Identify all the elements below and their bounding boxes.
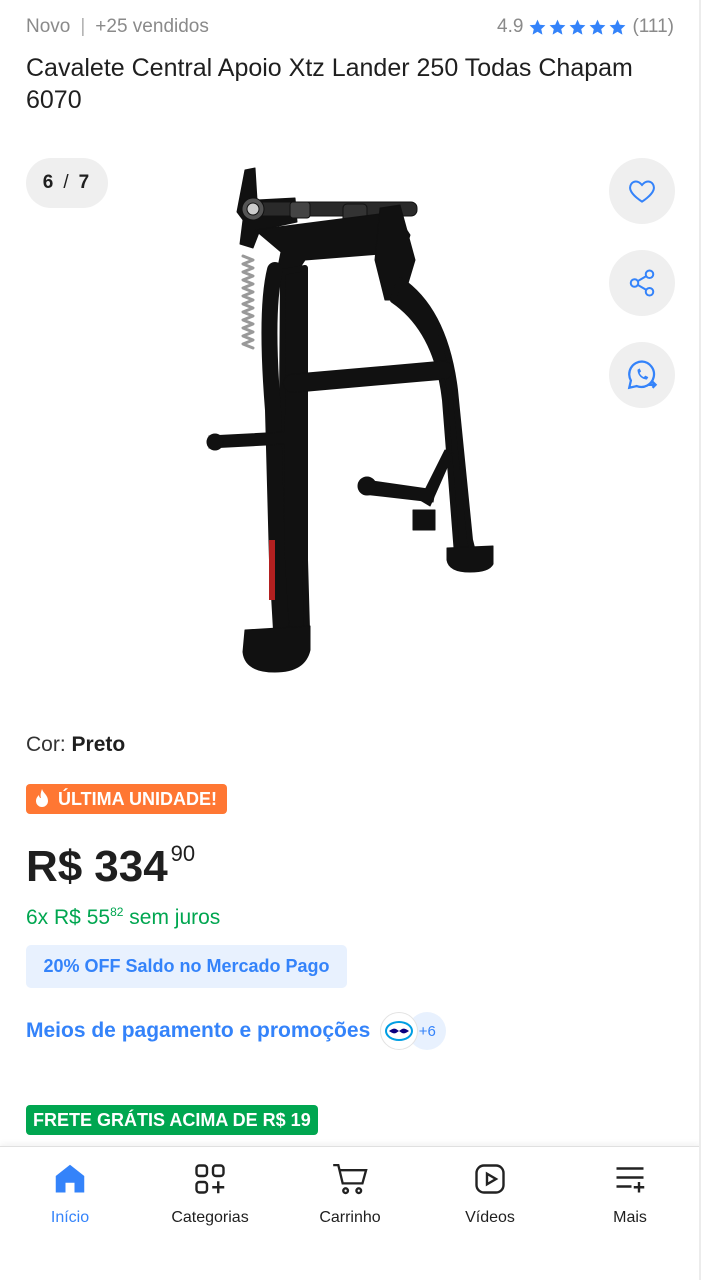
sold-count: +25 vendidos [95, 16, 209, 37]
price: R$ 334 90 [26, 838, 195, 896]
promo-text: 20% OFF Saldo no Mercado Pago [43, 956, 330, 976]
whatsapp-share-button[interactable] [609, 342, 675, 408]
installments: 6x R$ 5582 sem juros [26, 905, 220, 930]
heart-icon [629, 180, 655, 203]
rating[interactable]: 4.9 (111) [497, 16, 674, 38]
rating-count: (111) [632, 16, 674, 37]
nav-label-home: Início [50, 1209, 90, 1226]
product-meta: Novo | +25 vendidos [26, 16, 209, 38]
center-stand-illustration [206, 167, 494, 673]
rating-value: 4.9 [497, 16, 524, 37]
meta-separator: | [80, 16, 86, 37]
payment-methods[interactable]: Meios de pagamento e promoções +6 [26, 1012, 447, 1050]
bottom-navigation: Início Categorias Carrinho Vídeos Mais [0, 1146, 701, 1281]
cart-icon [333, 1163, 368, 1195]
flame-icon [36, 789, 48, 807]
star-icon [530, 19, 546, 35]
last-unit-text: ÚLTIMA UNIDADE! [58, 788, 217, 809]
gallery-separator: / [63, 172, 71, 193]
product-title: Cavalete Central Apoio Xtz Lander 250 To… [26, 54, 633, 114]
price-cents: 90 [170, 841, 196, 866]
home-icon [55, 1164, 85, 1193]
star-icon [570, 19, 586, 35]
condition-label: Novo [26, 16, 71, 37]
color-label: Cor: [26, 733, 66, 756]
gallery-counter: 6 / 7 [26, 158, 108, 208]
gallery-total: 7 [78, 172, 92, 193]
installments-suffix: sem juros [129, 906, 221, 929]
rating-stars [528, 18, 627, 37]
product-image[interactable] [195, 160, 505, 680]
star-icon [590, 19, 606, 35]
mercado-pago-logo-icon [380, 1012, 419, 1050]
star-icon [550, 19, 566, 35]
nav-item-videos[interactable]: Vídeos [430, 1161, 550, 1227]
nav-item-home[interactable]: Início [10, 1161, 130, 1227]
price-currency: R$ [26, 842, 83, 891]
nav-label-videos: Vídeos [465, 1209, 515, 1226]
categories-icon [195, 1164, 225, 1194]
share-button[interactable] [609, 250, 675, 316]
nav-label-more: Mais [613, 1209, 647, 1226]
gallery-current: 6 [42, 172, 56, 193]
video-icon [475, 1164, 505, 1194]
nav-item-cart[interactable]: Carrinho [290, 1161, 410, 1227]
share-icon [629, 269, 655, 297]
installments-prefix: 6x R$ 55 [26, 906, 111, 929]
payment-methods-link[interactable]: Meios de pagamento e promoções [26, 1019, 370, 1043]
free-shipping-text: FRETE GRÁTIS ACIMA DE R$ 19 [33, 1109, 311, 1130]
installments-cents: 82 [110, 905, 124, 919]
nav-item-more[interactable]: Mais [570, 1161, 690, 1227]
star-icon [610, 19, 626, 35]
price-integer: 334 [94, 842, 168, 891]
color-variation[interactable]: Cor: Preto [26, 733, 125, 757]
nav-label-cart: Carrinho [319, 1209, 381, 1226]
free-shipping-badge: FRETE GRÁTIS ACIMA DE R$ 19 [26, 1105, 318, 1135]
favorite-button[interactable] [609, 158, 675, 224]
whatsapp-icon [627, 360, 658, 390]
more-menu-icon [616, 1167, 645, 1193]
nav-label-categories: Categorias [171, 1209, 249, 1226]
color-value: Preto [71, 733, 126, 756]
nav-item-categories[interactable]: Categorias [150, 1161, 270, 1227]
last-unit-badge: ÚLTIMA UNIDADE! [26, 784, 227, 814]
mercado-pago-promo-badge: 20% OFF Saldo no Mercado Pago [26, 945, 347, 988]
